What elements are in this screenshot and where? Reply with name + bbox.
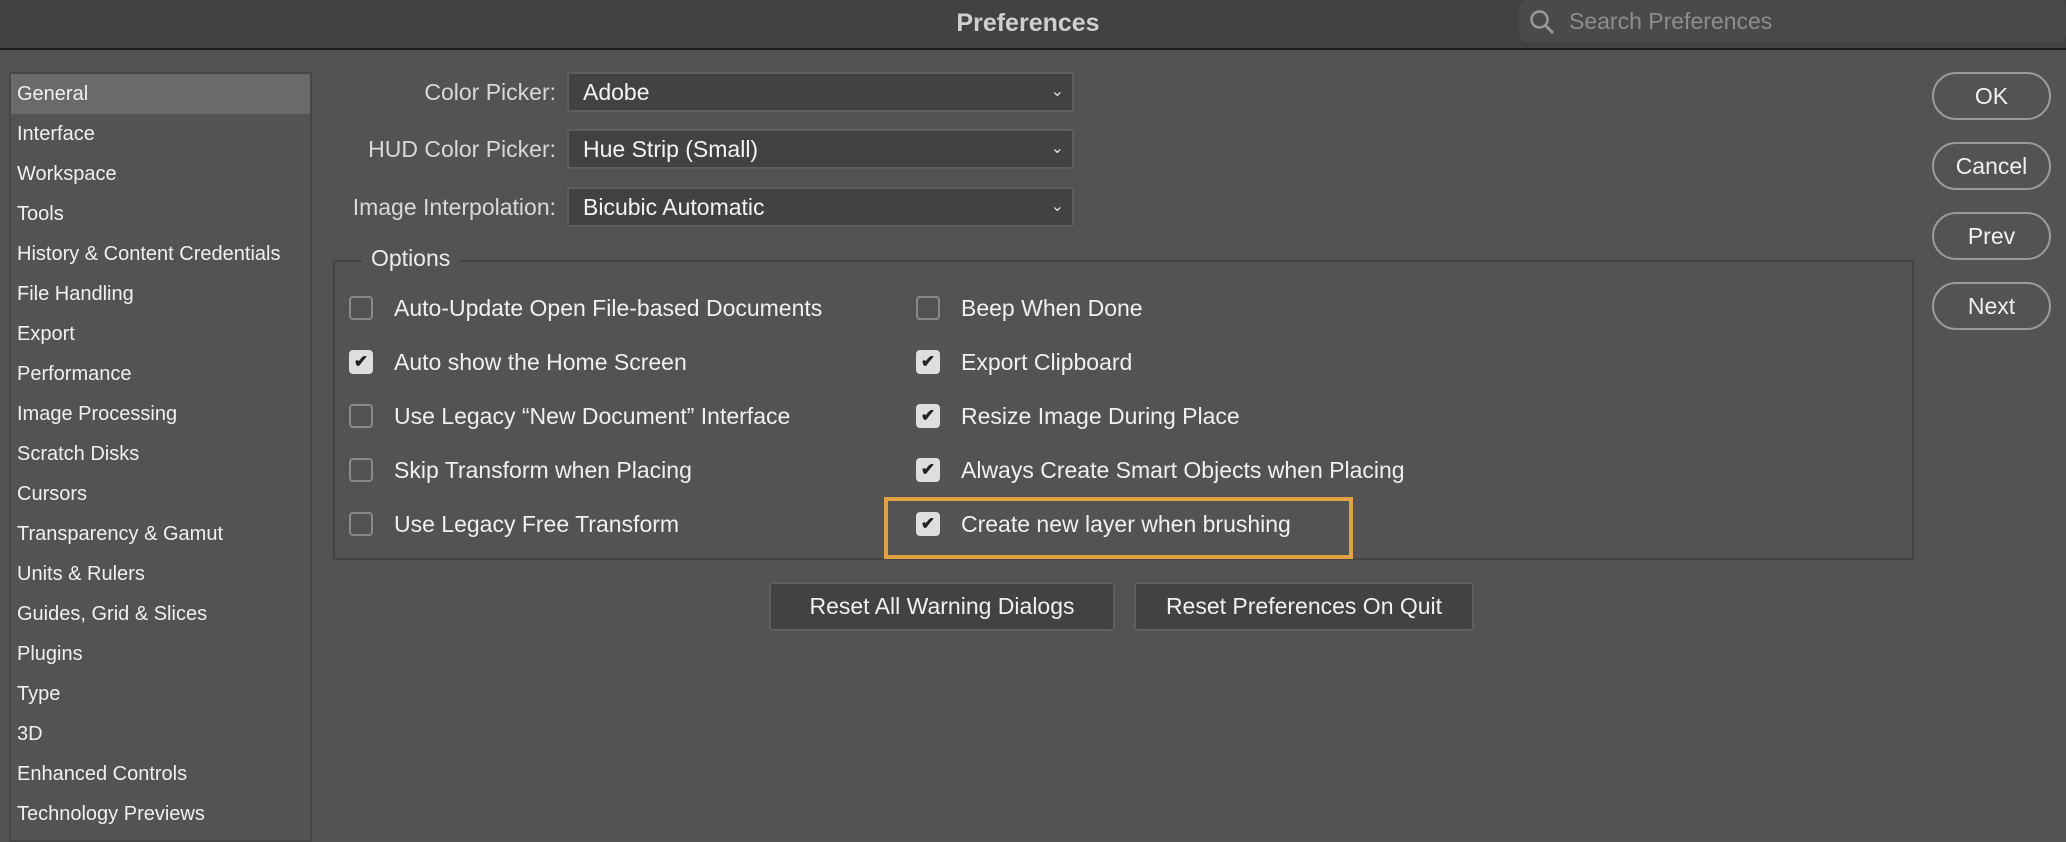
sidebar-item-3d[interactable]: 3D — [11, 714, 310, 754]
checkbox[interactable] — [349, 458, 373, 482]
checkbox[interactable] — [349, 296, 373, 320]
search-icon — [1530, 10, 1554, 34]
prev-button[interactable]: Prev — [1932, 212, 2051, 260]
checkbox[interactable]: ✔ — [916, 350, 940, 374]
option-checkbox[interactable]: Use Legacy Free Transform — [349, 509, 679, 539]
sidebar: General Interface Workspace Tools History & … — [9, 72, 312, 842]
sidebar-item-export[interactable]: Export — [11, 314, 310, 354]
checkmark-icon: ✔ — [920, 460, 936, 479]
highlight-box — [884, 497, 1353, 559]
sidebar-item-guides-grid-slices[interactable]: Guides, Grid & Slices — [11, 594, 310, 634]
option-checkbox[interactable]: Beep When Done — [916, 293, 1143, 323]
sidebar-item-plugins[interactable]: Plugins — [11, 634, 310, 674]
search-field[interactable] — [1519, 0, 2066, 42]
field-label: Color Picker: — [424, 79, 556, 105]
option-checkbox[interactable]: Auto-Update Open File-based Documents — [349, 293, 822, 323]
dropdown-value: Hue Strip (Small) — [583, 136, 759, 162]
next-button[interactable]: Next — [1932, 282, 2051, 330]
field-label: HUD Color Picker: — [368, 136, 556, 162]
checkbox[interactable] — [916, 296, 940, 320]
dropdown[interactable]: Bicubic Automatic ⌄ — [567, 187, 1074, 227]
sidebar-item-enhanced-controls[interactable]: Enhanced Controls — [11, 754, 310, 794]
checkbox[interactable]: ✔ — [349, 350, 373, 374]
option-label: Use Legacy “New Document” Interface — [394, 402, 791, 429]
checkmark-icon: ✔ — [920, 406, 936, 425]
sidebar-item-scratch-disks[interactable]: Scratch Disks — [11, 434, 310, 474]
chevron-down-icon: ⌄ — [1050, 83, 1064, 100]
option-label: Export Clipboard — [961, 348, 1133, 375]
option-label: Auto show the Home Screen — [394, 348, 687, 375]
checkbox[interactable] — [349, 512, 373, 536]
sidebar-item-performance[interactable]: Performance — [11, 354, 310, 394]
option-label: Beep When Done — [961, 294, 1143, 321]
dropdown[interactable]: Adobe ⌄ — [567, 72, 1074, 112]
chevron-down-icon: ⌄ — [1050, 198, 1064, 215]
option-label: Resize Image During Place — [961, 402, 1240, 429]
reset-warning-dialogs-button[interactable]: Reset All Warning Dialogs — [769, 582, 1115, 631]
sidebar-item-transparency-gamut[interactable]: Transparency & Gamut — [11, 514, 310, 554]
option-checkbox[interactable]: Use Legacy “New Document” Interface — [349, 401, 790, 431]
option-checkbox[interactable]: ✔ Resize Image During Place — [916, 401, 1240, 431]
chevron-down-icon: ⌄ — [1050, 140, 1064, 157]
title-bar: Preferences — [0, 0, 2066, 50]
dropdown-value: Adobe — [583, 79, 650, 105]
sidebar-item-type[interactable]: Type — [11, 674, 310, 714]
option-checkbox[interactable]: ✔ Always Create Smart Objects when Placin… — [916, 455, 1405, 485]
dropdown[interactable]: Hue Strip (Small) ⌄ — [567, 129, 1074, 169]
option-label: Always Create Smart Objects when Placing — [961, 456, 1405, 483]
reset-preferences-button[interactable]: Reset Preferences On Quit — [1134, 582, 1474, 631]
options-legend: Options — [362, 245, 460, 272]
checkbox[interactable] — [349, 404, 373, 428]
dropdown-value: Bicubic Automatic — [583, 194, 765, 220]
checkbox[interactable]: ✔ — [916, 404, 940, 428]
search-input[interactable] — [1569, 6, 2049, 36]
cancel-button[interactable]: Cancel — [1932, 142, 2051, 190]
sidebar-item-technology-previews[interactable]: Technology Previews — [11, 794, 310, 834]
sidebar-item-units-rulers[interactable]: Units & Rulers — [11, 554, 310, 594]
field-label: Image Interpolation: — [352, 194, 556, 220]
option-label: Skip Transform when Placing — [394, 456, 692, 483]
checkbox[interactable]: ✔ — [916, 458, 940, 482]
option-checkbox[interactable]: Skip Transform when Placing — [349, 455, 692, 485]
sidebar-item-image-processing[interactable]: Image Processing — [11, 394, 310, 434]
checkmark-icon: ✔ — [353, 352, 369, 371]
sidebar-item-cursors[interactable]: Cursors — [11, 474, 310, 514]
sidebar-item-history-content-credentials[interactable]: History & Content Credentials — [11, 234, 310, 274]
option-checkbox[interactable]: ✔ Export Clipboard — [916, 347, 1132, 377]
ok-button[interactable]: OK — [1932, 72, 2051, 120]
option-checkbox[interactable]: ✔ Auto show the Home Screen — [349, 347, 687, 377]
checkmark-icon: ✔ — [920, 352, 936, 371]
sidebar-item-file-handling[interactable]: File Handling — [11, 274, 310, 314]
option-label: Auto-Update Open File-based Documents — [394, 294, 823, 321]
option-label: Use Legacy Free Transform — [394, 510, 680, 537]
